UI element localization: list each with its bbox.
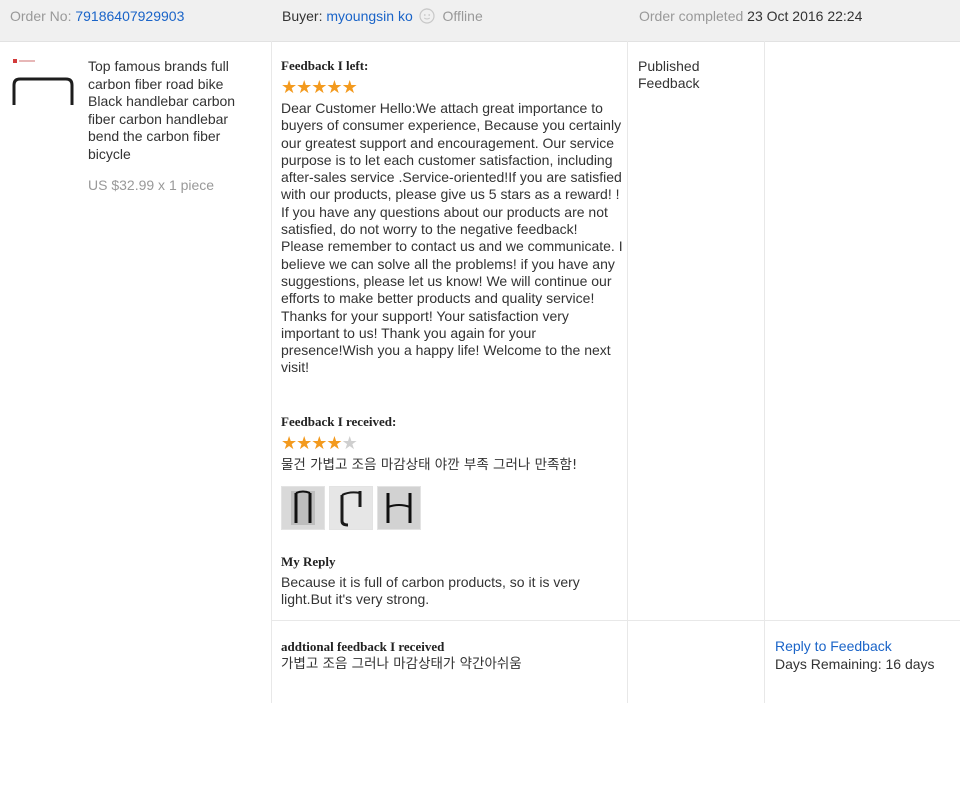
buyer-status: Offline (442, 8, 483, 24)
order-completed-date: 23 Oct 2016 22:24 (747, 8, 863, 24)
buyer-avatar-icon (419, 8, 435, 24)
feedback-photo[interactable] (377, 486, 421, 530)
star-icon: ★ (311, 77, 327, 97)
feedback-photo[interactable] (329, 486, 373, 530)
star-icon: ★ (296, 77, 312, 97)
days-remaining: Days Remaining: 16 days (775, 656, 935, 672)
column-divider (271, 41, 272, 703)
order-completed-field: Order completed 23 Oct 2016 22:24 (639, 8, 862, 24)
star-icon: ★ (281, 433, 297, 453)
feedback-received-section: Feedback I received: ★★★★★ 물건 가볍고 조음 마감상… (281, 414, 623, 474)
feedback-status: Published Feedback (638, 58, 700, 91)
star-icon: ★ (326, 77, 342, 97)
star-icon: ★ (341, 77, 358, 97)
feedback-received-text: 물건 가볍고 조음 마감상태 야깐 부족 그러나 만족함! (281, 457, 578, 473)
product-price: US $32.99 x 1 piece (88, 177, 215, 193)
feedback-left-text: Dear Customer Hello:We attach great impo… (281, 100, 623, 376)
my-reply-text: Because it is full of carbon products, s… (281, 574, 580, 608)
feedback-photo[interactable] (281, 486, 325, 530)
order-number-link[interactable]: 79186407929903 (75, 8, 184, 24)
star-icon: ★ (281, 77, 297, 97)
feedback-table: Top famous brands full carbon fiber road… (0, 41, 960, 703)
additional-feedback-text: 가볍고 조음 그러나 마감상태가 약간아쉬움 (281, 656, 522, 672)
star-icon: ★ (296, 433, 312, 453)
buyer-label: Buyer: (282, 8, 323, 24)
feedback-status-line: Published (638, 58, 700, 74)
my-reply-section: My Reply Because it is full of carbon pr… (281, 554, 623, 609)
star-empty-icon: ★ (341, 433, 358, 453)
reply-to-feedback-link[interactable]: Reply to Feedback (775, 638, 892, 654)
additional-feedback-heading: addtional feedback I received (281, 639, 445, 654)
feedback-received-heading: Feedback I received: (281, 414, 397, 429)
feedback-left-rating: ★★★★★ (281, 77, 623, 97)
order-number-label: Order No: (10, 8, 72, 24)
star-icon: ★ (326, 433, 342, 453)
order-completed-label: Order completed (639, 8, 744, 24)
star-icon: ★ (311, 433, 327, 453)
product-thumbnail[interactable] (8, 57, 74, 107)
feedback-left-heading: Feedback I left: (281, 58, 369, 73)
feedback-photo-list (281, 486, 425, 530)
order-number-field: Order No: 79186407929903 (10, 8, 184, 24)
buyer-field: Buyer: myoungsin ko Offline (282, 8, 483, 24)
feedback-received-rating: ★★★★★ (281, 433, 623, 453)
row-divider (271, 620, 960, 621)
my-reply-heading: My Reply (281, 554, 336, 569)
product-title[interactable]: Top famous brands full carbon fiber road… (88, 58, 253, 163)
feedback-status-line: Feedback (638, 74, 700, 91)
order-header: Order No: 79186407929903 Buyer: myoungsi… (0, 0, 960, 42)
column-divider (627, 41, 628, 703)
column-divider (764, 41, 765, 703)
buyer-name-link[interactable]: myoungsin ko (326, 8, 412, 24)
feedback-left-section: Feedback I left: ★★★★★ Dear Customer Hel… (281, 58, 623, 377)
